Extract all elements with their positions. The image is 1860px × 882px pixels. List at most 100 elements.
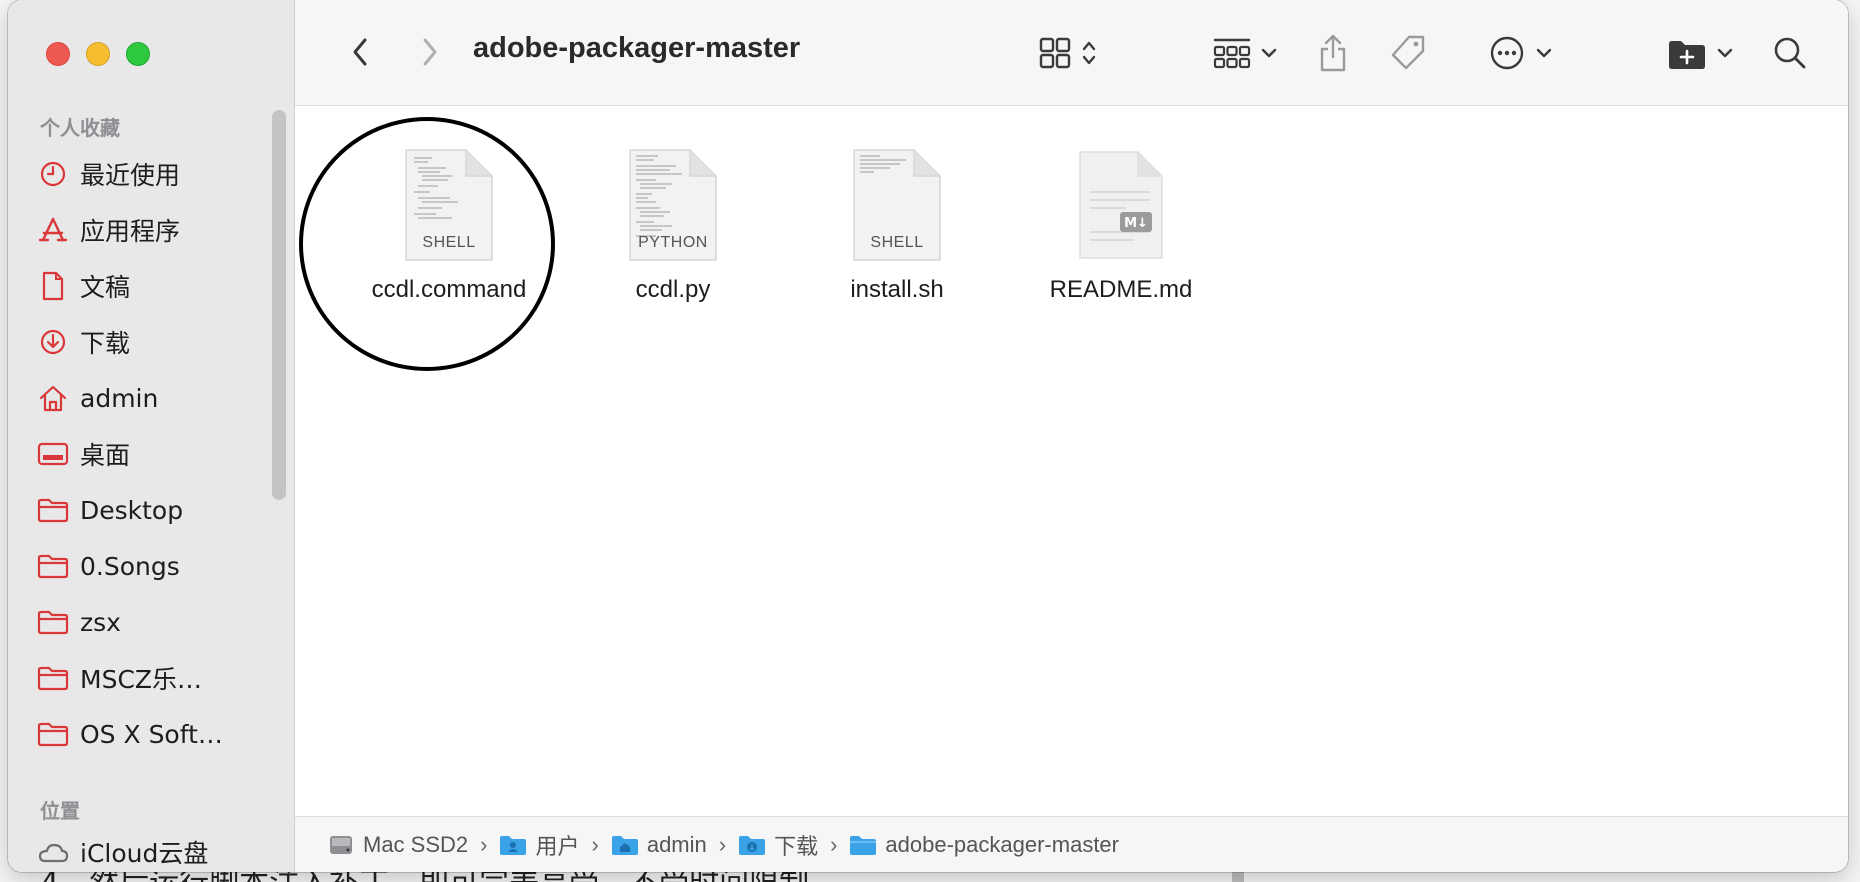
sidebar-item-label: MSCZ乐…: [80, 665, 203, 694]
folder-icon: [36, 551, 70, 581]
sidebar-item-label: 最近使用: [80, 161, 181, 190]
sidebar-section-locations: 位置: [40, 801, 80, 823]
new-folder-button[interactable]: [1660, 30, 1740, 76]
zoom-window-button[interactable]: [126, 42, 150, 66]
file-type-label: SHELL: [422, 234, 476, 251]
path-crumb-label: adobe-packager-master: [885, 831, 1119, 857]
view-mode-button[interactable]: [1030, 30, 1106, 76]
chevron-down-icon: [1536, 48, 1552, 58]
sidebar-item-desktop[interactable]: Desktop: [36, 488, 276, 532]
finder-window: 个人收藏 最近使用 应用程序 文稿 下载 admin 桌面 Desktop 0.…: [8, 0, 1848, 872]
sidebar-item-osx-soft[interactable]: OS X Soft…: [36, 712, 276, 756]
folder-icon: [849, 833, 877, 857]
home-folder-icon: [611, 833, 639, 857]
tag-icon: [1391, 35, 1425, 70]
download-icon: [36, 327, 70, 357]
search-icon: [1774, 37, 1806, 69]
users-folder-icon: [499, 833, 527, 857]
sidebar-scrollbar[interactable]: [272, 110, 286, 500]
file-item[interactable]: SHELL install.sh: [797, 146, 997, 326]
applications-icon: [36, 215, 70, 245]
file-name: ccdl.py: [635, 276, 711, 303]
minimize-window-button[interactable]: [86, 42, 110, 66]
folder-icon: [36, 663, 70, 693]
chevron-down-icon: [1261, 48, 1277, 58]
sidebar-item-songs[interactable]: 0.Songs: [36, 544, 276, 588]
sidebar-item-label: 文稿: [80, 273, 131, 302]
folder-icon: [36, 495, 70, 525]
path-separator: ›: [718, 831, 727, 857]
clock-icon: [36, 159, 70, 189]
file-browser-content: SHELL ccdl.command PYTHON ccdl.py SHELL …: [295, 106, 1848, 816]
group-grid-icon: [1213, 38, 1251, 69]
document-icon: [36, 271, 70, 301]
close-window-button[interactable]: [46, 42, 70, 66]
ellipsis-circle-icon: [1490, 36, 1524, 70]
sidebar-item-documents[interactable]: 文稿: [36, 264, 276, 308]
sidebar-item-label: 桌面: [80, 441, 131, 470]
sidebar-item-mscz[interactable]: MSCZ乐…: [36, 656, 276, 700]
downloads-folder-icon: [738, 833, 766, 857]
sidebar-item-label: admin: [80, 383, 159, 413]
path-crumb[interactable]: 下载: [738, 829, 818, 861]
chevron-right-icon: [423, 38, 437, 66]
file-name: README.md: [1049, 276, 1193, 303]
shell-script-file-icon: SHELL: [402, 146, 496, 264]
sidebar-item-zsx[interactable]: zsx: [36, 600, 276, 644]
sidebar-item-label: 0.Songs: [80, 551, 180, 581]
path-separator: ›: [480, 831, 488, 857]
file-item[interactable]: M↓ README.md: [1021, 146, 1221, 326]
sidebar-item-label: 应用程序: [80, 217, 181, 246]
sidebar-item-desktop-cn[interactable]: 桌面: [36, 432, 276, 476]
share-icon: [1320, 34, 1346, 72]
path-crumb[interactable]: 用户: [499, 829, 580, 861]
path-crumb-label: Mac SSD2: [363, 831, 469, 857]
sidebar-item-applications[interactable]: 应用程序: [36, 208, 276, 252]
cloud-icon: [36, 837, 70, 867]
drive-icon: [327, 833, 355, 857]
sidebar: 个人收藏 最近使用 应用程序 文稿 下载 admin 桌面 Desktop 0.…: [8, 0, 295, 872]
path-separator: ›: [591, 831, 599, 857]
sidebar-item-label: Desktop: [80, 495, 184, 525]
toolbar: adobe-packager-master: [295, 0, 1848, 106]
sidebar-item-label: 下载: [80, 329, 131, 358]
file-item[interactable]: SHELL ccdl.command: [349, 146, 549, 326]
search-button[interactable]: [1767, 30, 1813, 76]
sidebar-item-label: zsx: [80, 607, 121, 637]
up-down-chevron-icon: [1082, 41, 1096, 65]
shell-script-file-icon: SHELL: [850, 146, 944, 264]
folder-icon: [36, 607, 70, 637]
share-button[interactable]: [1310, 28, 1356, 78]
path-crumb[interactable]: adobe-packager-master: [849, 832, 1119, 858]
icon-grid-view-icon: [1039, 37, 1071, 69]
file-type-label: PYTHON: [638, 234, 708, 251]
back-button[interactable]: [340, 30, 380, 74]
chevron-down-icon: [1717, 48, 1733, 58]
desktop-icon: [36, 439, 70, 469]
path-crumb[interactable]: Mac SSD2: [327, 832, 468, 858]
python-file-icon: PYTHON: [626, 146, 720, 264]
forward-button[interactable]: [410, 30, 450, 74]
markdown-file-icon: M↓: [1074, 146, 1168, 264]
sidebar-item-downloads[interactable]: 下载: [36, 320, 276, 364]
sidebar-item-label: OS X Soft…: [80, 719, 223, 749]
sidebar-item-label: iCloud云盘: [80, 839, 209, 868]
file-type-label: SHELL: [870, 234, 924, 251]
path-separator: ›: [830, 831, 838, 857]
file-item[interactable]: PYTHON ccdl.py: [573, 146, 773, 326]
sidebar-item-recents[interactable]: 最近使用: [36, 152, 276, 196]
file-name: install.sh: [850, 276, 944, 303]
home-icon: [36, 383, 70, 413]
group-by-button[interactable]: [1207, 30, 1283, 76]
window-title: adobe-packager-master: [473, 32, 801, 64]
path-crumb-label: 用户: [535, 833, 580, 859]
tags-button[interactable]: [1385, 30, 1431, 76]
sidebar-item-admin[interactable]: admin: [36, 376, 276, 420]
chevron-left-icon: [353, 38, 367, 66]
folder-plus-icon: [1669, 41, 1705, 69]
path-crumb[interactable]: admin: [611, 832, 707, 858]
sidebar-section-favorites: 个人收藏: [40, 118, 120, 140]
more-actions-button[interactable]: [1483, 30, 1559, 76]
path-crumb-label: admin: [646, 831, 707, 857]
sidebar-item-icloud[interactable]: iCloud云盘: [36, 830, 276, 872]
